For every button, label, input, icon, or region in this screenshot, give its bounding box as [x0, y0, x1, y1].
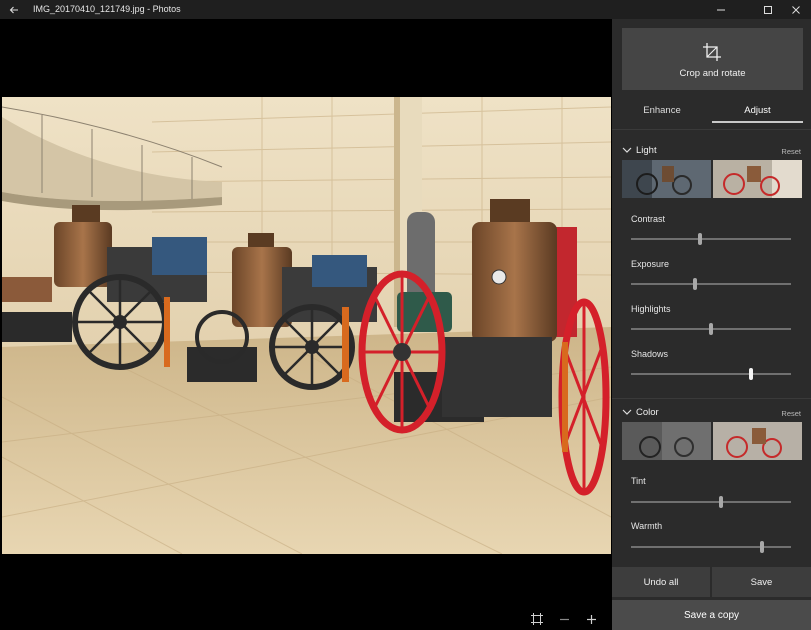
- zoom-out-icon[interactable]: [556, 609, 572, 629]
- color-section-header[interactable]: Color: [622, 405, 659, 419]
- crop-label: Crop and rotate: [679, 68, 746, 79]
- save-a-copy-button[interactable]: Save a copy: [612, 600, 811, 630]
- shadows-label: Shadows: [631, 349, 669, 359]
- back-arrow-icon[interactable]: [4, 0, 24, 19]
- color-reset-button[interactable]: Reset: [781, 409, 801, 418]
- slider-thumb[interactable]: [718, 496, 723, 508]
- edit-panel: Crop and rotate Enhance Adjust Light Res…: [612, 19, 811, 630]
- close-icon[interactable]: [778, 0, 811, 19]
- divider: [612, 398, 811, 399]
- slider-thumb[interactable]: [760, 541, 765, 553]
- shadows-slider[interactable]: [631, 373, 791, 375]
- tab-selected-indicator: [712, 121, 803, 123]
- crop-and-rotate-button[interactable]: Crop and rotate: [622, 28, 803, 90]
- warmth-slider[interactable]: [631, 546, 791, 548]
- contrast-slider[interactable]: [631, 238, 791, 240]
- tab-adjust[interactable]: Adjust: [712, 98, 803, 122]
- save-button[interactable]: Save: [712, 567, 811, 597]
- light-section-header[interactable]: Light: [622, 143, 657, 157]
- light-title: Light: [636, 144, 657, 156]
- exposure-slider[interactable]: [631, 283, 791, 285]
- chevron-down-icon: [622, 409, 632, 415]
- minimize-icon[interactable]: [703, 0, 739, 19]
- light-reset-button[interactable]: Reset: [781, 147, 801, 156]
- color-preview-strip[interactable]: [622, 422, 802, 460]
- warmth-label: Warmth: [631, 521, 663, 531]
- undo-all-button[interactable]: Undo all: [612, 567, 710, 597]
- zoom-in-icon[interactable]: [583, 609, 599, 629]
- photo-canvas: [0, 19, 612, 630]
- chevron-down-icon: [622, 147, 632, 153]
- slider-thumb[interactable]: [709, 323, 713, 335]
- slider-thumb[interactable]: [697, 233, 702, 245]
- tab-enhance[interactable]: Enhance: [612, 98, 712, 122]
- slider-thumb[interactable]: [749, 368, 753, 380]
- highlights-label: Highlights: [631, 304, 671, 314]
- slider-thumb[interactable]: [693, 278, 697, 290]
- light-preview-strip[interactable]: [622, 160, 802, 198]
- color-title: Color: [636, 406, 659, 418]
- fit-to-window-icon[interactable]: [528, 609, 546, 629]
- exposure-label: Exposure: [631, 259, 670, 269]
- title-bar: IMG_20170410_121749.jpg - Photos: [0, 0, 811, 19]
- tint-label: Tint: [631, 476, 646, 486]
- photo-image[interactable]: [2, 97, 611, 554]
- contrast-label: Contrast: [631, 214, 666, 224]
- tint-slider[interactable]: [631, 501, 791, 503]
- crop-icon: [703, 43, 721, 61]
- window-title: IMG_20170410_121749.jpg - Photos: [33, 4, 181, 14]
- divider: [612, 129, 811, 130]
